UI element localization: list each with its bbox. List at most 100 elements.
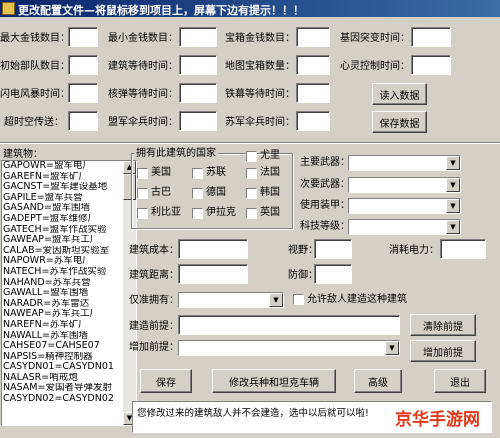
checkbox-uk[interactable] xyxy=(246,208,257,219)
clear-prereq-button[interactable]: 清除前提 xyxy=(410,314,476,336)
lightning-storm-time-input[interactable] xyxy=(68,83,98,103)
cost-input[interactable] xyxy=(178,239,248,259)
list-item[interactable]: CAHSE07=CAHSE07 xyxy=(2,341,136,352)
distance-label: 建筑距离： xyxy=(129,270,179,281)
list-item[interactable]: GAPOWR=盟军电厂 xyxy=(2,161,136,172)
power-label: 消耗电力： xyxy=(389,245,439,256)
prereq-input[interactable] xyxy=(178,315,400,335)
list-item[interactable]: GACNST=盟军建设基地 xyxy=(2,182,136,193)
checkbox-iraq[interactable] xyxy=(192,208,203,219)
list-item[interactable]: GAWALL=盟军围墙 xyxy=(2,288,136,299)
country-group-title: 拥有此建筑的国家 xyxy=(134,148,218,160)
list-item[interactable]: GATECH=盟军作战实验 xyxy=(2,225,136,236)
building-listbox[interactable]: GAPOWR=盟军电厂 GAREFN=盟军矿厂 GACNST=盟军建设基地 GA… xyxy=(1,160,137,426)
add-prereq-select[interactable]: ▼ xyxy=(178,340,400,356)
list-item[interactable]: CASYDN01=CASYDN01 xyxy=(2,362,136,373)
list-item[interactable]: GAWEAP=盟军兵工厂 xyxy=(2,235,136,246)
edit-units-button[interactable]: 修改兵种和坦克车辆 xyxy=(212,369,336,393)
sight-input[interactable] xyxy=(314,239,352,259)
chevron-down-icon[interactable]: ▼ xyxy=(385,341,399,355)
list-item[interactable]: GASAND=盟军围墙 xyxy=(2,203,136,214)
list-item[interactable]: NATECH=苏军作战实验 xyxy=(2,267,136,278)
list-item[interactable]: GADEPT=盟军维修厂 xyxy=(2,214,136,225)
dropdown-label: 主要武器： xyxy=(300,157,350,168)
checkbox-libya[interactable] xyxy=(137,208,148,219)
dropdown-label: 使用装甲： xyxy=(300,200,350,211)
allow-enemy-checkbox[interactable] xyxy=(293,294,304,305)
list-item[interactable]: NALASR=哨戒炮 xyxy=(2,373,136,384)
title-bar: 更改配置文件—将鼠标移到项目上，屏幕下边有提示！！！ xyxy=(0,0,500,17)
chevron-down-icon[interactable]: ▼ xyxy=(446,178,460,192)
chevron-down-icon[interactable]: ▼ xyxy=(446,220,460,234)
mind-control-time-input[interactable] xyxy=(411,55,451,75)
power-input[interactable] xyxy=(440,239,486,259)
list-item[interactable]: CASYDN02=CASYDN02 xyxy=(2,394,136,405)
list-item[interactable]: GAPILE=盟军兵营 xyxy=(2,193,136,204)
map-chest-count-input[interactable] xyxy=(296,55,330,75)
country-label: 古巴 xyxy=(151,187,171,198)
chevron-down-icon[interactable]: ▼ xyxy=(446,156,460,170)
country-label: 利比亚 xyxy=(151,207,181,218)
field-label: 宝箱金钱数目： xyxy=(225,33,295,44)
list-item[interactable]: NASAM=爱国者导弹发射 xyxy=(2,383,136,394)
list-item[interactable]: NAHAND=苏军兵营 xyxy=(2,278,136,289)
save-data-button[interactable]: 保存数据 xyxy=(372,111,427,133)
chronoshift-input[interactable] xyxy=(68,111,98,131)
read-data-button[interactable]: 读入数据 xyxy=(372,83,427,105)
country-label: 英国 xyxy=(260,207,280,218)
country-label: 尤里 xyxy=(260,150,280,161)
cost-label: 建筑成本： xyxy=(129,245,179,256)
window-title: 更改配置文件—将鼠标移到项目上，屏幕下边有提示！！！ xyxy=(18,4,304,17)
initial-units-input[interactable] xyxy=(68,55,98,75)
checkbox-germany[interactable] xyxy=(192,188,203,199)
iron-curtain-wait-input[interactable] xyxy=(296,83,330,103)
secondary-weapon-select[interactable]: ▼ xyxy=(348,177,461,193)
checkbox-usa[interactable] xyxy=(137,168,148,179)
advanced-button[interactable]: 高级 xyxy=(354,369,402,393)
field-label: 初始部队数目： xyxy=(0,61,70,72)
list-item[interactable]: NAWEAP=苏军兵工厂 xyxy=(2,309,136,320)
divider xyxy=(0,142,500,144)
checkbox-ussr[interactable] xyxy=(192,168,203,179)
dropdown-label: 科技等级： xyxy=(300,221,350,232)
save-button[interactable]: 保存 xyxy=(140,369,192,393)
field-label: 核弹等待时间： xyxy=(108,89,178,100)
add-prereq-button[interactable]: 增加前提 xyxy=(410,340,476,362)
checkbox-yuri[interactable] xyxy=(246,151,257,162)
list-item[interactable]: NAPOWR=苏军电厂 xyxy=(2,256,136,267)
country-label: 苏联 xyxy=(206,167,226,178)
nuke-wait-input[interactable] xyxy=(179,83,217,103)
defense-input[interactable] xyxy=(314,264,352,284)
list-item[interactable]: NAWALL=苏军围墙 xyxy=(2,331,136,342)
field-label: 最大金钱数目： xyxy=(0,33,70,44)
exit-button[interactable]: 退出 xyxy=(434,369,486,393)
owner-select[interactable]: ▼ xyxy=(178,292,284,308)
field-label: 盟军伞兵时间： xyxy=(108,117,178,128)
tech-level-select[interactable]: ▼ xyxy=(348,219,461,235)
list-item[interactable]: GAREFN=盟军矿厂 xyxy=(2,172,136,183)
list-item[interactable]: NARADR=苏军雷达 xyxy=(2,299,136,310)
primary-weapon-select[interactable]: ▼ xyxy=(348,155,461,171)
list-item[interactable]: NAPSIS=精神控制器 xyxy=(2,352,136,363)
checkbox-cuba[interactable] xyxy=(137,188,148,199)
list-item[interactable]: NAREFN=苏军矿厂 xyxy=(2,320,136,331)
field-label: 铁幕等待时间： xyxy=(225,89,295,100)
dropdown-label: 次要武器： xyxy=(300,179,350,190)
chest-money-input[interactable] xyxy=(296,27,330,47)
add-prereq-label: 增加前提： xyxy=(129,342,179,353)
checkbox-france[interactable] xyxy=(246,168,257,179)
allied-paratrooper-input[interactable] xyxy=(179,111,217,131)
mutation-time-input[interactable] xyxy=(411,27,451,47)
build-wait-input[interactable] xyxy=(179,55,217,75)
max-money-input[interactable] xyxy=(68,27,98,47)
armor-select[interactable]: ▼ xyxy=(348,198,461,214)
soviet-paratrooper-input[interactable] xyxy=(296,111,330,131)
chevron-down-icon[interactable]: ▼ xyxy=(269,293,283,307)
chevron-down-icon[interactable]: ▼ xyxy=(446,199,460,213)
min-money-input[interactable] xyxy=(179,27,217,47)
allow-enemy-label: 允许敌人建造这种建筑 xyxy=(307,294,407,305)
distance-input[interactable] xyxy=(178,264,248,284)
list-item[interactable]: CALAB=爱因斯坦实验室 xyxy=(2,246,136,257)
field-label: 最小金钱数目： xyxy=(108,33,178,44)
checkbox-korea[interactable] xyxy=(246,188,257,199)
